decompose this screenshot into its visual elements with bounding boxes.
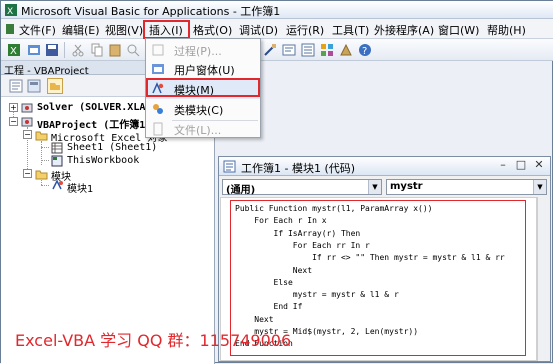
code-line: Public Function mystr(l1, ParamArray x()…: [235, 204, 433, 213]
properties-icon[interactable]: [301, 43, 315, 57]
vbe-window: X Microsoft Visual Basic for Application…: [0, 0, 553, 364]
expand-icon[interactable]: +: [9, 103, 18, 112]
menu-format[interactable]: 格式(O): [193, 22, 232, 38]
folder-icon: [35, 170, 48, 180]
collapse-icon[interactable]: −: [9, 117, 18, 126]
menu-insert-class-module[interactable]: 类模块(C): [146, 99, 260, 119]
module-item-highlight: [146, 78, 260, 97]
toolbar: X ?: [1, 39, 553, 61]
svg-text:X: X: [7, 7, 13, 16]
view-code-icon[interactable]: [9, 79, 23, 93]
toggle-folders-icon[interactable]: [47, 78, 63, 94]
copy-icon[interactable]: [90, 43, 104, 57]
menu-bar: 文件(F) 编辑(E) 视图(V) 插入(I) 格式(O) 调试(D) 运行(R…: [1, 19, 553, 39]
vba-project-icon: [21, 103, 33, 113]
menu-addins[interactable]: 外接程序(A): [374, 22, 434, 38]
paste-icon[interactable]: [108, 43, 122, 57]
svg-text:?: ?: [362, 46, 367, 57]
menu-insert-procedure[interactable]: 过程(P)...: [146, 40, 260, 60]
footer-caption: Excel-VBA 学习 QQ 群：115749006: [15, 331, 292, 350]
tree-line: [41, 185, 49, 186]
toolbox-icon[interactable]: [339, 43, 353, 57]
procedure-combo[interactable]: mystr ▼: [386, 179, 547, 195]
worksheet-icon: [51, 142, 63, 154]
view-excel-icon[interactable]: X: [7, 43, 21, 57]
project-explorer-icon[interactable]: [282, 43, 296, 57]
module-icon: [52, 179, 63, 190]
userform-icon: [152, 64, 164, 74]
tree-line: [41, 141, 42, 165]
insert-menu-highlight: [143, 20, 190, 39]
design-mode-icon[interactable]: [263, 43, 277, 57]
object-browser-icon[interactable]: [320, 43, 334, 57]
tree-line: [41, 147, 49, 148]
menu-insert-procedure-label: 过程(P)...: [174, 45, 222, 58]
excel-app-icon: X: [5, 4, 17, 16]
code-line: Next: [235, 265, 313, 275]
procedure-combo-value: mystr: [390, 181, 423, 192]
minimize-icon[interactable]: –: [496, 159, 510, 173]
vertical-scrollbar[interactable]: [537, 197, 550, 361]
menu-help[interactable]: 帮助(H): [487, 22, 526, 38]
code-line: If rr <> "" Then mystr = mystr & l1 & rr: [235, 253, 505, 263]
workbook-icon: [51, 155, 63, 167]
tree-line: [41, 160, 49, 161]
object-combo-value: (通用): [226, 185, 256, 196]
code-line: mystr = mystr & l1 & r: [235, 290, 399, 300]
view-object-icon[interactable]: [27, 79, 41, 93]
code-line: Next: [235, 314, 274, 324]
chevron-down-icon[interactable]: ▼: [368, 180, 381, 194]
object-combo[interactable]: (通用) ▼: [222, 179, 382, 196]
insert-userform-icon[interactable]: [27, 43, 41, 57]
code-line: If IsArray(r) Then: [235, 228, 361, 238]
save-icon[interactable]: [45, 43, 59, 57]
procedure-icon: [152, 44, 164, 56]
code-window-titlebar: 工作簿1 - 模块1 (代码) – □ ✕: [219, 157, 550, 176]
folder-icon: [35, 131, 48, 141]
find-icon[interactable]: [126, 43, 140, 57]
menu-insert-file[interactable]: 文件(L)...: [146, 119, 260, 139]
class-module-icon: [153, 104, 163, 114]
menu-debug[interactable]: 调试(D): [239, 22, 278, 38]
maximize-icon[interactable]: □: [514, 159, 528, 173]
close-icon[interactable]: ✕: [532, 159, 546, 173]
code-line: For Each r In x: [235, 216, 327, 226]
menu-file[interactable]: 文件(F): [19, 22, 56, 38]
collapse-icon[interactable]: −: [23, 169, 32, 178]
menu-view[interactable]: 视图(V): [105, 22, 143, 38]
tree-module1[interactable]: 模块1: [67, 180, 93, 195]
tree-sheet1[interactable]: Sheet1 (Sheet1): [67, 142, 157, 153]
menu-edit[interactable]: 编辑(E): [62, 22, 100, 38]
menu-insert-userform[interactable]: 用户窗体(U): [146, 59, 260, 79]
menu-insert-class-module-label: 类模块(C): [174, 104, 224, 117]
help-icon[interactable]: ?: [358, 43, 372, 57]
file-icon: [153, 122, 163, 136]
window-title: Microsoft Visual Basic for Applications …: [21, 5, 281, 18]
cut-icon[interactable]: [71, 43, 85, 57]
code-window-title: 工作簿1 - 模块1 (代码): [241, 162, 356, 175]
menu-run[interactable]: 运行(R): [286, 22, 324, 38]
tree-thisworkbook[interactable]: ThisWorkbook: [67, 155, 139, 166]
tree-solver[interactable]: Solver (SOLVER.XLAM: [37, 102, 151, 113]
title-bar: X Microsoft Visual Basic for Application…: [1, 1, 553, 19]
toolbar-separator: [64, 42, 65, 58]
chevron-down-icon[interactable]: ▼: [533, 180, 546, 194]
code-line: Else: [235, 277, 293, 287]
menu-window[interactable]: 窗口(W): [438, 22, 479, 38]
code-window-icon: [223, 160, 236, 173]
menu-tools[interactable]: 工具(T): [332, 22, 369, 38]
menu-insert-file-label: 文件(L)...: [174, 124, 222, 137]
code-line: For Each rr In r: [235, 240, 370, 250]
code-line: End If: [235, 302, 303, 312]
svg-text:X: X: [10, 46, 17, 57]
vbe-grip-icon: [6, 24, 14, 34]
collapse-icon[interactable]: −: [23, 130, 32, 139]
menu-insert-userform-label: 用户窗体(U): [174, 64, 235, 77]
